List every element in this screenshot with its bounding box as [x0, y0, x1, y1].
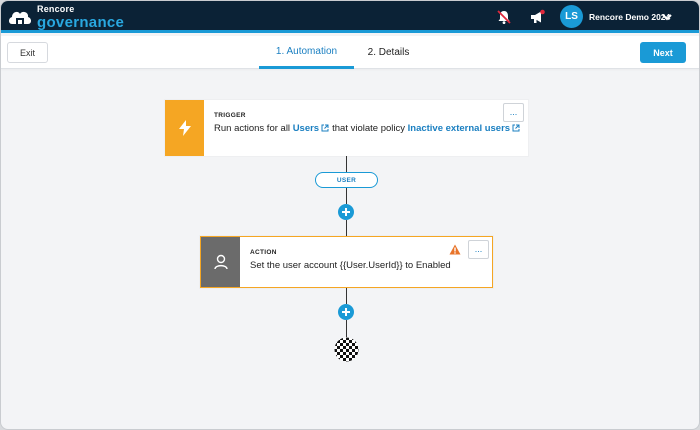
action-description: Set the user account {{User.UserId}} to … [250, 260, 451, 271]
policy-link[interactable]: Inactive external users [408, 123, 510, 134]
action-icon-panel [201, 237, 240, 287]
flow-connector [346, 156, 347, 172]
trigger-text-prefix: Run actions for all [214, 123, 291, 134]
add-step-button[interactable] [338, 204, 354, 220]
flow-connector [346, 288, 347, 304]
action-label: ACTION [250, 249, 277, 256]
app-logo[interactable]: Rencore governance [7, 4, 124, 30]
megaphone-icon[interactable] [529, 9, 545, 25]
next-button[interactable]: Next [640, 42, 686, 63]
flow-connector [346, 320, 347, 337]
cloud-logo-icon [9, 11, 31, 24]
trigger-menu-button[interactable]: ... [503, 103, 524, 122]
add-step-button[interactable] [338, 304, 354, 320]
scope-pill[interactable]: USER [315, 172, 378, 188]
plus-icon [342, 308, 350, 316]
tab-automation[interactable]: 1. Automation [259, 36, 354, 69]
wizard-header: Exit 1. Automation 2. Details Next [1, 36, 699, 69]
exit-button[interactable]: Exit [7, 42, 48, 63]
top-bar: Rencore governance LS Rencore Demo 2024 [1, 1, 699, 33]
trigger-icon-panel [165, 100, 204, 156]
flow-connector [346, 188, 347, 204]
logo-product-text: governance [37, 13, 125, 31]
lightning-bolt-icon [178, 120, 191, 136]
bell-slash-icon[interactable] [496, 9, 512, 25]
user-avatar[interactable]: LS [560, 5, 583, 28]
action-menu-button[interactable]: ... [468, 240, 489, 259]
tab-details[interactable]: 2. Details [361, 36, 416, 69]
trigger-card[interactable]: TRIGGER Run actions for all Users that vi… [165, 100, 528, 156]
trigger-label: TRIGGER [214, 112, 246, 119]
flow-connector [346, 220, 347, 236]
trigger-description: Run actions for all Users that violate po… [214, 123, 523, 134]
user-name[interactable]: Rencore Demo 2024 [589, 12, 670, 22]
warning-icon[interactable] [449, 244, 461, 255]
external-link-icon[interactable] [512, 124, 520, 132]
action-card[interactable]: ACTION Set the user account {{User.UserI… [200, 236, 493, 288]
trigger-text-middle: that violate policy [332, 123, 405, 134]
chevron-down-icon[interactable] [661, 12, 673, 22]
external-link-icon[interactable] [321, 124, 329, 132]
finish-flag-icon [334, 337, 359, 362]
users-link[interactable]: Users [293, 123, 319, 134]
app-window: Rencore governance LS Rencore Demo 2024 … [0, 0, 700, 430]
person-icon [213, 254, 228, 270]
plus-icon [342, 208, 350, 216]
logo-company-text: Rencore [37, 3, 75, 14]
